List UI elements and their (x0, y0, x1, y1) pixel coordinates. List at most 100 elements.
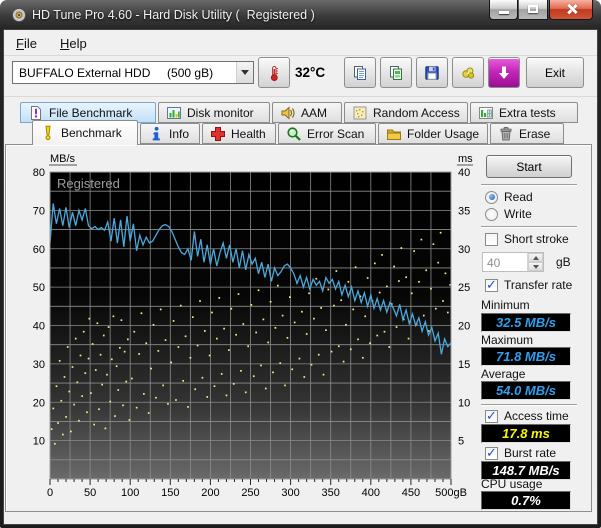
svg-text:80: 80 (33, 167, 45, 179)
svg-text:5: 5 (458, 436, 464, 448)
copy-icon (354, 65, 366, 80)
tab-label: Random Access (373, 105, 460, 120)
svg-text:450: 450 (402, 487, 420, 499)
svg-text:20: 20 (33, 397, 45, 409)
save-button[interactable] (416, 57, 448, 88)
tab-random-access[interactable]: Random Access (344, 102, 468, 123)
write-label: Write (504, 207, 532, 221)
copy-image-button[interactable] (380, 57, 412, 88)
burst-rate-label: Burst rate (504, 446, 557, 460)
magnifier-icon (287, 126, 301, 141)
maximize-button[interactable] (519, 0, 548, 20)
tab-label: File Benchmark (49, 105, 133, 120)
file-benchmark-icon (31, 105, 41, 120)
svg-text:200: 200 (201, 487, 219, 499)
help-menu[interactable]: Help (54, 34, 93, 53)
speaker-icon (281, 105, 295, 120)
minimize-icon (499, 11, 509, 14)
access-time-checkbox[interactable]: Access time (485, 408, 569, 424)
svg-text:70: 70 (33, 205, 45, 217)
spin-down-button[interactable] (528, 262, 543, 271)
temperature-button[interactable] (258, 57, 290, 88)
short-stroke-input[interactable]: 40 (482, 252, 544, 272)
random-access-icon (353, 106, 367, 119)
svg-text:10: 10 (33, 436, 45, 448)
tab-aam[interactable]: AAM (272, 102, 342, 123)
tab-error-scan[interactable]: Error Scan (278, 123, 376, 144)
tab-info[interactable]: Info (140, 123, 200, 144)
client-area: File Help BUFFALO External HDD (500 gB) … (4, 30, 597, 524)
tab-label: Info (169, 126, 190, 141)
svg-text:50: 50 (84, 487, 96, 499)
tab-label: AAM (301, 105, 328, 120)
minimum-value: 32.5 MB/s (481, 313, 571, 332)
svg-text:150: 150 (161, 487, 179, 499)
thermometer-icon (270, 65, 278, 81)
download-icon (499, 66, 509, 79)
average-label: Average (481, 367, 526, 381)
menu-separator (4, 55, 597, 56)
maximize-icon (528, 5, 538, 13)
close-button[interactable] (549, 0, 593, 20)
window-title: HD Tune Pro 4.60 - Hard Disk Utility ( R… (32, 8, 315, 22)
minimize-button[interactable] (489, 0, 518, 20)
svg-text:30: 30 (458, 244, 470, 256)
read-radio[interactable]: Read (485, 190, 533, 204)
tab-label: Erase (519, 126, 551, 141)
exit-button[interactable]: Exit (526, 57, 584, 88)
maximum-label: Maximum (481, 333, 534, 347)
toolbar-separator (4, 96, 597, 97)
chevron-down-icon (236, 62, 253, 83)
svg-text:Registered: Registered (57, 176, 120, 191)
svg-text:400: 400 (362, 487, 380, 499)
drive-select-dropdown[interactable]: BUFFALO External HDD (500 gB) (12, 61, 254, 84)
info-icon (152, 126, 160, 140)
svg-text:15: 15 (458, 359, 470, 371)
exclamation-icon (45, 125, 51, 141)
start-button[interactable]: Start (486, 155, 572, 178)
maximum-value: 71.8 MB/s (481, 347, 571, 366)
tab-extra-tests[interactable]: Extra tests (470, 102, 578, 123)
short-stroke-checkbox[interactable]: Short stroke (485, 232, 569, 246)
copy-button[interactable] (344, 57, 376, 88)
tab-label: Extra tests (499, 105, 556, 120)
cpu-usage-label: CPU usage (481, 477, 543, 491)
app-window: HD Tune Pro 4.60 - Hard Disk Utility ( R… (0, 0, 601, 528)
burst-rate-checkbox[interactable]: Burst rate (485, 445, 557, 461)
health-cross-icon (211, 126, 225, 141)
tab-health[interactable]: Health (202, 123, 276, 144)
tools-button[interactable] (452, 57, 484, 88)
tab-benchmark[interactable]: Benchmark (32, 120, 138, 145)
write-radio[interactable]: Write (485, 207, 532, 221)
file-menu[interactable]: File (10, 34, 43, 53)
tab-label: Folder Usage (407, 126, 480, 141)
tab-label: Error Scan (307, 126, 365, 141)
tab-label: Benchmark (61, 126, 122, 140)
transfer-rate-label: Transfer rate (504, 278, 573, 292)
save-icon (425, 65, 439, 80)
radio-icon (485, 190, 498, 204)
temperature-label: 32°C (295, 65, 326, 80)
short-stroke-unit: gB (556, 255, 571, 269)
spin-up-button[interactable] (528, 253, 543, 262)
access-time-value: 17.8 ms (481, 424, 571, 443)
trash-icon (500, 126, 512, 140)
access-time-label: Access time (504, 409, 569, 423)
svg-text:300: 300 (281, 487, 299, 499)
tab-erase[interactable]: Erase (490, 123, 564, 144)
title-bar[interactable]: HD Tune Pro 4.60 - Hard Disk Utility ( R… (0, 0, 601, 30)
checkbox-icon (485, 445, 498, 461)
tab-folder-usage[interactable]: Folder Usage (378, 123, 488, 144)
extra-tests-icon (479, 106, 493, 119)
svg-text:30: 30 (33, 359, 45, 371)
svg-text:350: 350 (322, 487, 340, 499)
separator (481, 226, 577, 228)
svg-text:10: 10 (458, 397, 470, 409)
svg-text:ms: ms (458, 153, 473, 165)
download-button[interactable] (488, 57, 520, 88)
svg-text:50: 50 (33, 282, 45, 294)
svg-text:20: 20 (458, 321, 470, 333)
transfer-rate-checkbox[interactable]: Transfer rate (485, 277, 573, 293)
separator (481, 184, 577, 186)
tab-disk-monitor[interactable]: Disk monitor (158, 102, 270, 123)
